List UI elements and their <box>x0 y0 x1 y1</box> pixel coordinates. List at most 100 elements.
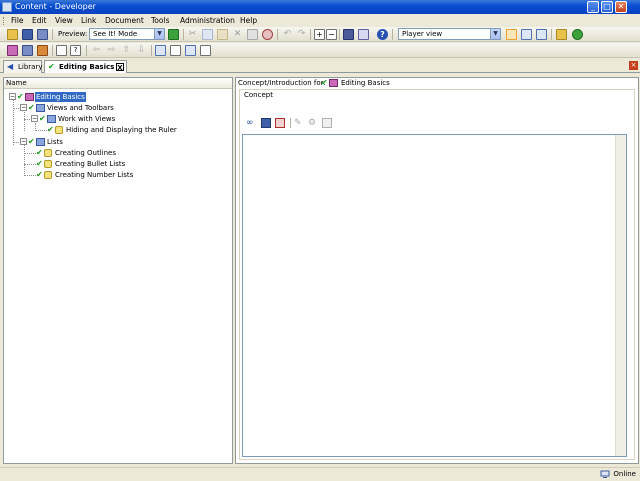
delete-icon[interactable] <box>275 118 285 128</box>
chevron-down-icon: ▼ <box>154 29 164 39</box>
help-icon[interactable]: ? <box>377 29 388 40</box>
concept-content-area[interactable] <box>242 134 627 457</box>
window-title: Content - Developer <box>15 2 96 11</box>
move-up-icon[interactable]: ⇧ <box>121 45 132 56</box>
menu-administration[interactable]: Administration <box>180 16 235 25</box>
page-icon[interactable] <box>170 45 181 56</box>
menu-help[interactable]: Help <box>240 16 257 25</box>
view-mode-select[interactable]: Player view ▼ <box>398 28 501 40</box>
tree-node-label: Creating Outlines <box>55 149 116 157</box>
concept-scrollbar[interactable] <box>615 135 626 456</box>
preview-mode-select[interactable]: See It! Mode ▼ <box>89 28 165 40</box>
tree-node-label: Views and Toolbars <box>47 104 114 112</box>
redo-icon[interactable]: ↷ <box>296 29 307 40</box>
module-icon <box>329 79 338 87</box>
tree-node-views-and-toolbars[interactable]: − ✔ Views and Toolbars <box>17 103 137 113</box>
concept-header: Concept/Introduction for: ✔ Editing Basi… <box>236 78 640 88</box>
expand-all-icon[interactable]: + <box>314 29 325 40</box>
tree-node-label: Work with Views <box>58 115 116 123</box>
replace-icon[interactable] <box>358 29 369 40</box>
tab-library[interactable]: ◀ Library <box>3 60 42 73</box>
paste-icon[interactable] <box>217 29 228 40</box>
tree-node-creating-bullet-lists[interactable]: ✔ Creating Bullet Lists <box>36 159 156 169</box>
menu-document[interactable]: Document <box>105 16 144 25</box>
secondary-toolbar: ? ⇦ ⇨ ⇧ ⇩ <box>0 43 640 58</box>
document-icon[interactable] <box>56 45 67 56</box>
collapse-all-icon[interactable]: − <box>326 29 337 40</box>
close-button[interactable]: ✕ <box>615 1 627 13</box>
publish-icon[interactable] <box>37 29 48 40</box>
upload-icon[interactable] <box>155 45 166 56</box>
check-icon: ✔ <box>321 78 328 87</box>
new-section-icon[interactable] <box>22 45 33 56</box>
menu-edit[interactable]: Edit <box>32 16 47 25</box>
tree-node-editing-basics[interactable]: − ✔ Editing Basics <box>6 92 126 102</box>
layout-single-icon[interactable] <box>506 29 517 40</box>
cut-icon[interactable]: ✂ <box>187 29 198 40</box>
section-icon <box>36 138 45 146</box>
menu-view[interactable]: View <box>55 16 73 25</box>
properties-icon[interactable] <box>556 29 567 40</box>
check-icon: ✔ <box>36 159 43 168</box>
tree-node-lists[interactable]: − ✔ Lists <box>17 137 137 147</box>
tree-node-label: Lists <box>47 138 63 146</box>
link-icon[interactable]: ∞ <box>246 118 256 128</box>
go-preview-icon[interactable] <box>168 29 179 40</box>
check-icon: ✔ <box>36 170 43 179</box>
layout-vertical-icon[interactable] <box>536 29 547 40</box>
collapse-icon[interactable]: − <box>20 138 27 145</box>
save-icon[interactable] <box>261 118 271 128</box>
menu-file[interactable]: File <box>11 16 24 25</box>
preview-label: Preview: <box>58 30 88 38</box>
name-column-header[interactable]: Name <box>4 78 232 89</box>
tree-node-work-with-views[interactable]: − ✔ Work with Views <box>28 114 148 124</box>
preview-mode-value: See It! Mode <box>93 30 138 38</box>
refresh-icon[interactable] <box>572 29 583 40</box>
rename-icon[interactable] <box>200 45 211 56</box>
topic-icon <box>44 160 52 168</box>
move-down-icon[interactable]: ⇩ <box>136 45 147 56</box>
properties-icon[interactable] <box>322 118 332 128</box>
open-folder-icon[interactable] <box>7 29 18 40</box>
copy-icon[interactable] <box>202 29 213 40</box>
menu-link[interactable]: Link <box>81 16 96 25</box>
delete-icon[interactable]: ✕ <box>232 29 243 40</box>
tab-close-icon[interactable]: X <box>116 63 124 72</box>
tree-node-creating-number-lists[interactable]: ✔ Creating Number Lists <box>36 170 156 180</box>
tree-node-label: Creating Number Lists <box>55 171 134 179</box>
section-icon <box>36 104 45 112</box>
module-icon <box>25 93 34 101</box>
check-icon: ✔ <box>28 103 35 112</box>
menu-tools[interactable]: Tools <box>151 16 169 25</box>
maximize-button[interactable]: □ <box>601 1 613 13</box>
undo-icon[interactable]: ↶ <box>282 29 293 40</box>
tree-node-hiding-ruler[interactable]: ✔ Hiding and Displaying the Ruler <box>47 125 197 135</box>
tab-editing-basics[interactable]: ✔ Editing Basics X <box>44 60 127 73</box>
spell-check-icon[interactable] <box>262 29 273 40</box>
new-topic-icon[interactable] <box>37 45 48 56</box>
topic-icon <box>55 126 63 134</box>
topic-icon <box>44 171 52 179</box>
new-module-icon[interactable] <box>7 45 18 56</box>
unlink-icon[interactable]: ⚙ <box>308 118 318 128</box>
find-icon[interactable] <box>247 29 258 40</box>
minimize-button[interactable]: _ <box>587 1 599 13</box>
app-icon <box>2 2 12 12</box>
concept-pane: Concept/Introduction for: ✔ Editing Basi… <box>235 77 639 464</box>
layout-horizontal-icon[interactable] <box>521 29 532 40</box>
help-document-icon[interactable]: ? <box>70 45 81 56</box>
section-icon <box>47 115 56 123</box>
view-mode-value: Player view <box>402 30 443 38</box>
edit-icon[interactable]: ✎ <box>294 118 304 128</box>
collapse-icon[interactable]: − <box>31 115 38 122</box>
download-icon[interactable] <box>185 45 196 56</box>
tree-node-creating-outlines[interactable]: ✔ Creating Outlines <box>36 148 156 158</box>
move-left-icon[interactable]: ⇦ <box>91 45 102 56</box>
status-bar: Online <box>0 467 640 480</box>
save-icon[interactable] <box>22 29 33 40</box>
binoculars-icon[interactable] <box>343 29 354 40</box>
close-all-tabs-button[interactable]: × <box>629 61 638 70</box>
collapse-icon[interactable]: − <box>9 93 16 100</box>
collapse-icon[interactable]: − <box>20 104 27 111</box>
move-right-icon[interactable]: ⇨ <box>106 45 117 56</box>
